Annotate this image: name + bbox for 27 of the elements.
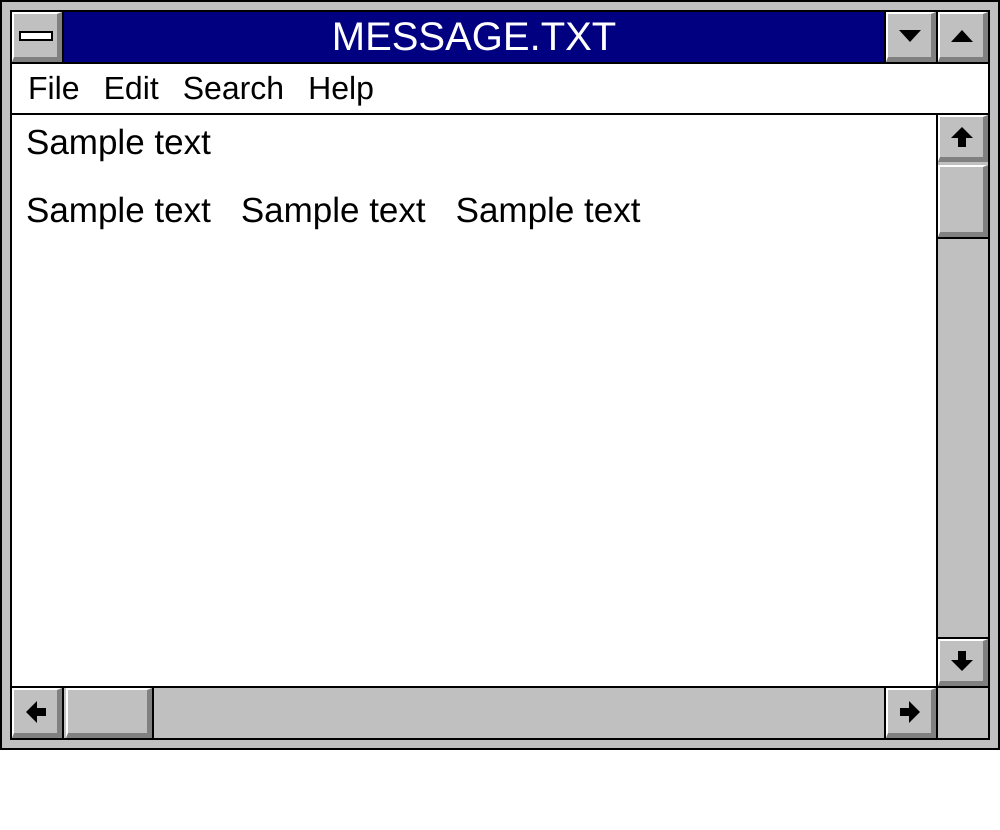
body-text: Sample text — [456, 191, 640, 231]
up-triangle-icon — [950, 30, 972, 42]
window-title: MESSAGE.TXT — [64, 12, 884, 62]
left-arrow-icon — [26, 700, 46, 722]
right-arrow-icon — [900, 700, 920, 722]
menu-item[interactable]: Search — [182, 70, 284, 107]
scroll-right-button[interactable] — [886, 688, 936, 738]
body-text: Sample text — [26, 123, 211, 163]
system-menu-button[interactable] — [12, 12, 62, 62]
scroll-up-button[interactable] — [938, 115, 988, 162]
down-triangle-icon — [898, 30, 920, 42]
down-arrow-icon — [950, 651, 972, 671]
text-area[interactable]: Sample text Sample text Sample text Sample text — [12, 115, 936, 686]
scroll-thumb[interactable] — [66, 688, 152, 738]
menu-item[interactable]: Edit — [104, 70, 159, 107]
minus-icon — [18, 30, 52, 40]
menu-item[interactable]: File — [28, 70, 80, 107]
body-text: Sample text — [26, 191, 211, 231]
body-text: Sample text — [240, 191, 426, 231]
menu-item[interactable]: Help — [308, 70, 374, 107]
scroll-thumb[interactable] — [938, 165, 988, 237]
up-arrow-icon — [950, 127, 972, 147]
minimize-button[interactable] — [886, 12, 936, 62]
maximize-button[interactable] — [938, 12, 988, 62]
scroll-left-button[interactable] — [12, 688, 62, 738]
scroll-down-button[interactable] — [938, 639, 988, 686]
scrollbar-corner — [938, 688, 988, 738]
